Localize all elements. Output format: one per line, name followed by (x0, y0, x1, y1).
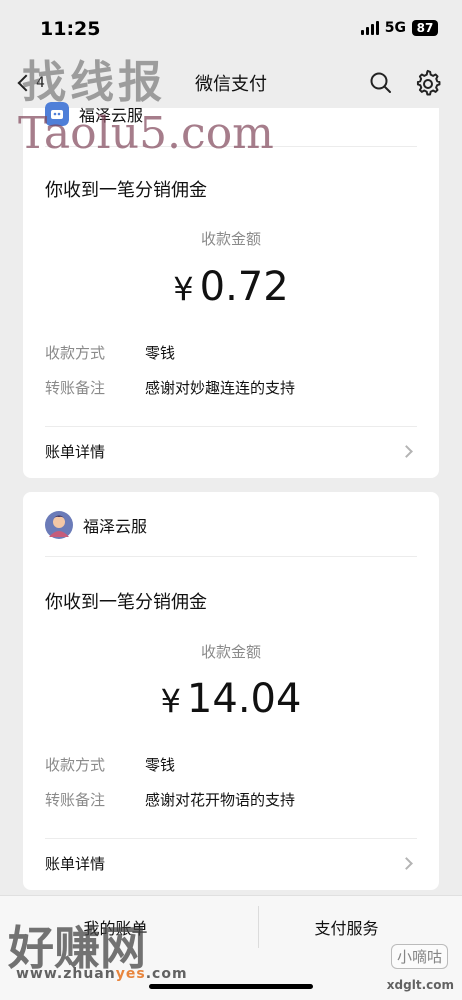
amount-number: 14.04 (186, 676, 302, 722)
payment-card: 福泽云服 你收到一笔分销佣金 收款金额 ¥0.72 收款方式 零钱 转账备注 感… (23, 102, 439, 478)
card-heading: 你收到一笔分销佣金 (45, 592, 207, 613)
merchant-name: 福泽云服 (83, 517, 148, 536)
chevron-right-icon (400, 856, 413, 870)
merchant-row: 福泽云服 (45, 511, 147, 539)
bill-details-label: 账单详情 (45, 854, 106, 873)
divider (45, 838, 417, 839)
payment-card: 福泽云服 你收到一笔分销佣金 收款金额 ¥14.04 收款方式 零钱 转账备注 … (23, 492, 439, 890)
detail-value: 感谢对妙趣连连的支持 (145, 379, 296, 397)
detail-value: 感谢对花开物语的支持 (145, 791, 296, 809)
chevron-right-icon (400, 444, 413, 458)
payment-services-tab[interactable]: 支付服务 (231, 896, 462, 958)
amount-value: ¥14.04 (23, 676, 439, 722)
merchant-row: 福泽云服 (45, 102, 143, 126)
status-indicators: 5G 87 (360, 20, 438, 36)
detail-row-note: 转账备注 感谢对妙趣连连的支持 (45, 377, 295, 398)
detail-value: 零钱 (145, 756, 176, 774)
divider (45, 556, 417, 557)
detail-key: 收款方式 (45, 756, 106, 774)
merchant-avatar (45, 102, 69, 126)
status-bar: 11:25 5G 87 (0, 0, 462, 58)
network-type: 5G (384, 20, 406, 36)
signal-icon (360, 21, 379, 35)
detail-value: 零钱 (145, 344, 176, 362)
detail-row-method: 收款方式 零钱 (45, 342, 175, 363)
bill-details-link[interactable]: 账单详情 (45, 436, 417, 466)
detail-row-note: 转账备注 感谢对花开物语的支持 (45, 789, 295, 810)
my-bills-tab[interactable]: 我的账单 (0, 896, 231, 958)
gear-icon[interactable] (414, 69, 442, 97)
amount-label: 收款金额 (200, 230, 261, 248)
divider (45, 426, 417, 427)
currency-symbol: ¥ (173, 270, 194, 308)
merchant-name: 福泽云服 (79, 106, 144, 125)
amount-value: ¥0.72 (23, 264, 439, 310)
bill-details-link[interactable]: 账单详情 (45, 848, 417, 878)
battery-icon: 87 (412, 20, 438, 36)
divider (45, 146, 417, 147)
currency-symbol: ¥ (160, 682, 181, 720)
detail-key: 转账备注 (45, 379, 106, 397)
merchant-avatar (45, 511, 73, 539)
detail-key: 收款方式 (45, 344, 106, 362)
bill-details-label: 账单详情 (45, 442, 106, 461)
home-indicator (149, 984, 313, 989)
status-time: 11:25 (40, 18, 101, 40)
amount-label: 收款金额 (200, 643, 261, 661)
card-heading: 你收到一笔分销佣金 (45, 180, 207, 201)
detail-row-method: 收款方式 零钱 (45, 754, 175, 775)
detail-key: 转账备注 (45, 791, 106, 809)
amount-number: 0.72 (199, 264, 289, 310)
nav-bar: 4 微信支付 (0, 58, 462, 108)
search-icon[interactable] (368, 70, 394, 96)
